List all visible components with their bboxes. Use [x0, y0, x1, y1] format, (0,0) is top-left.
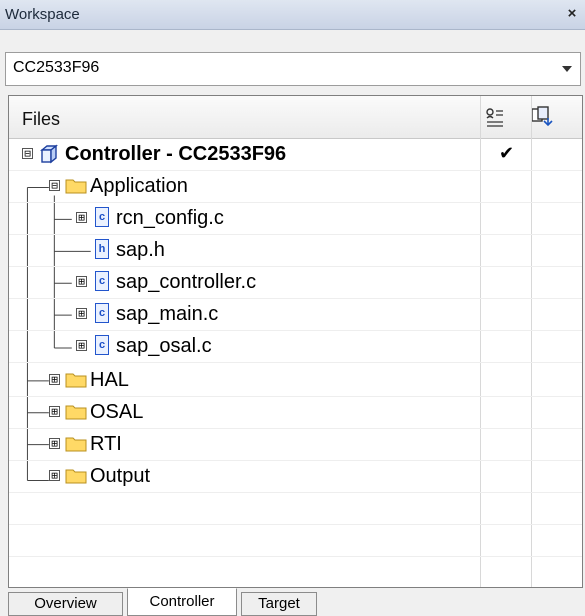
empty-row [9, 493, 582, 525]
options-column-icon[interactable] [483, 104, 507, 130]
project-icon [40, 144, 58, 164]
c-file-icon: c [95, 207, 109, 227]
tab-controller[interactable]: Controller [127, 588, 237, 616]
workspace-titlebar: Workspace × [0, 0, 585, 30]
empty-row [9, 525, 582, 557]
collapse-icon[interactable]: ⊟ [22, 148, 33, 159]
tab-overview[interactable]: Overview [8, 592, 123, 616]
expand-icon[interactable]: ⊞ [49, 406, 60, 417]
expand-icon[interactable]: ⊞ [49, 438, 60, 449]
file-label: rcn_config.c [116, 207, 224, 229]
project-label: Controller - CC2533F96 [65, 143, 287, 165]
file-label: sap_main.c [116, 303, 219, 325]
folder-label: Application [90, 175, 188, 197]
tree-row-hal[interactable]: ⊞ HAL [9, 365, 582, 397]
expand-icon[interactable]: ⊞ [49, 374, 60, 385]
tree-row-output[interactable]: ⊞ Output [9, 461, 582, 493]
folder-icon [65, 179, 87, 194]
tab-target[interactable]: Target [241, 592, 317, 616]
h-file-icon: h [95, 239, 109, 259]
c-file-icon: c [95, 271, 109, 291]
expand-icon[interactable]: ⊞ [76, 308, 87, 319]
folder-icon [65, 437, 87, 452]
folder-icon [65, 469, 87, 484]
folder-label: OSAL [90, 401, 144, 423]
build-column-icon[interactable] [530, 104, 554, 130]
expand-icon[interactable]: ⊞ [76, 340, 87, 351]
tree-row-file[interactable]: ⊞ c sap_main.c [9, 299, 582, 331]
close-icon[interactable]: × [563, 4, 581, 24]
checkmark-icon: ✔ [499, 143, 515, 163]
folder-label: RTI [90, 433, 122, 455]
expand-icon[interactable]: ⊞ [76, 212, 87, 223]
empty-row [9, 557, 582, 587]
folder-label: Output [90, 465, 151, 487]
folder-icon [65, 405, 87, 420]
tree-row-file[interactable]: ⊞ c sap_controller.c [9, 267, 582, 299]
window-title: Workspace [5, 6, 80, 23]
files-column-header[interactable]: Files [22, 109, 60, 130]
files-panel: Files ⊟ Controller - CC2533F96 ✔ ⊟ Appli… [8, 95, 583, 588]
collapse-icon[interactable]: ⊟ [49, 180, 60, 191]
files-header: Files [9, 96, 582, 139]
tree-row-rti[interactable]: ⊞ RTI [9, 429, 582, 461]
file-label: sap_osal.c [116, 335, 212, 357]
file-label: sap_controller.c [116, 271, 257, 293]
file-label: sap.h [116, 239, 165, 261]
expand-icon[interactable]: ⊞ [76, 276, 87, 287]
tree-row-file[interactable]: ⊞ c rcn_config.c [9, 203, 582, 235]
folder-label: HAL [90, 369, 129, 391]
configuration-dropdown[interactable]: CC2533F96 [5, 52, 581, 86]
tree-row-application[interactable]: ⊟ Application [9, 171, 582, 203]
configuration-selected: CC2533F96 [13, 59, 100, 76]
folder-icon [65, 373, 87, 388]
tree-row-file[interactable]: ⊞ c sap_osal.c [9, 331, 582, 363]
tree-row-project[interactable]: ⊟ Controller - CC2533F96 ✔ [9, 139, 582, 171]
expand-icon[interactable]: ⊞ [49, 470, 60, 481]
c-file-icon: c [95, 303, 109, 323]
c-file-icon: c [95, 335, 109, 355]
tree-row-osal[interactable]: ⊞ OSAL [9, 397, 582, 429]
tree-row-file[interactable]: h sap.h [9, 235, 582, 267]
chevron-down-icon[interactable] [562, 66, 572, 72]
